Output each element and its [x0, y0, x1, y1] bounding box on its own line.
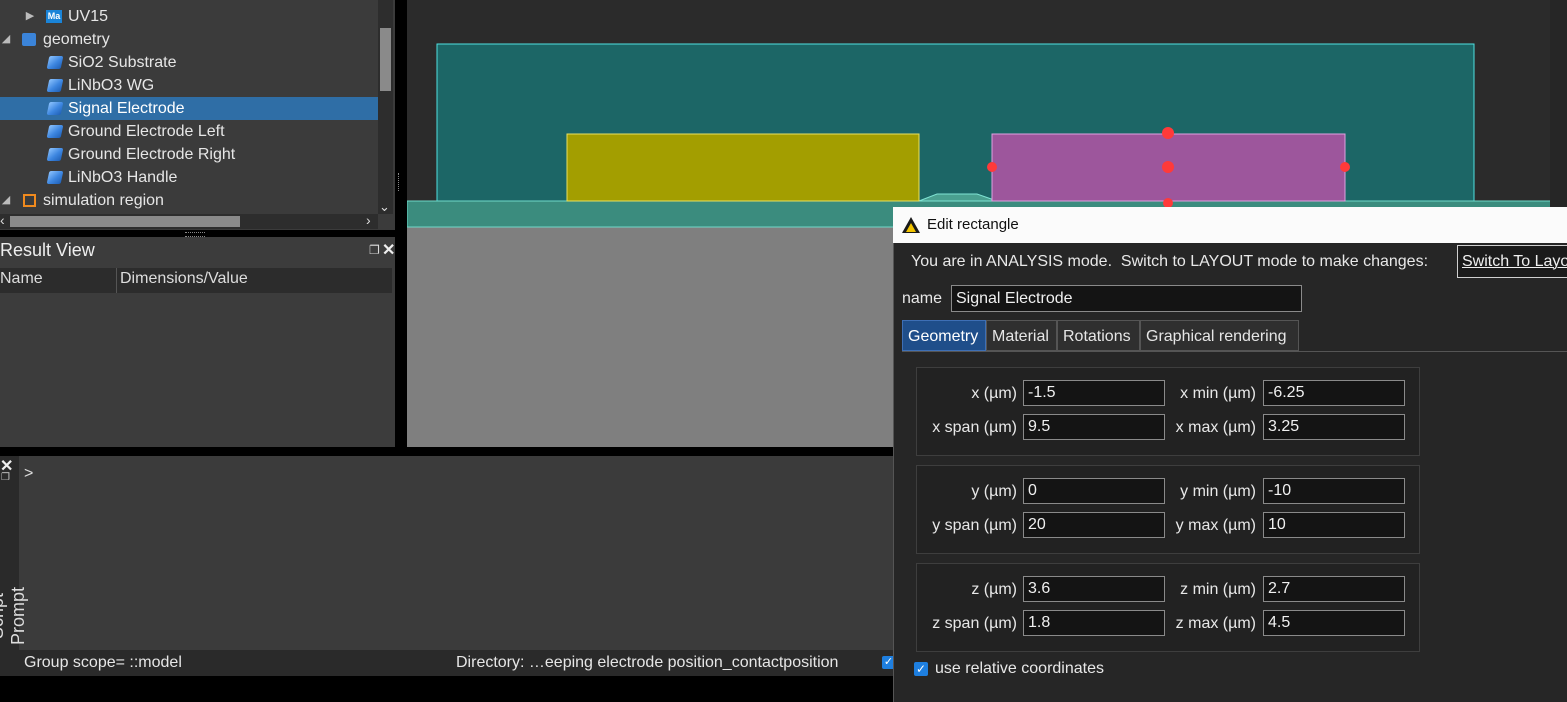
column-header-name[interactable]: Name: [0, 270, 43, 288]
tab-geometry[interactable]: Geometry: [902, 320, 986, 351]
name-label: name: [902, 290, 943, 307]
switch-to-layout-button[interactable]: Switch To Layout: [1457, 245, 1567, 278]
dialog-title: Edit rectangle: [927, 216, 1019, 233]
tree-item-ground-electrode-left[interactable]: Ground Electrode Left: [0, 120, 378, 143]
tab-graphical-rendering[interactable]: Graphical rendering: [1140, 320, 1299, 351]
tree-item-label: LiNbO3 Handle: [68, 169, 178, 186]
tree-item-ground-electrode-right[interactable]: Ground Electrode Right: [0, 143, 378, 166]
name-field[interactable]: [951, 285, 1302, 312]
z-min-field[interactable]: [1263, 576, 1405, 602]
result-view-title: Result View: [0, 240, 95, 260]
object-tree: ▶ Ma UV15 ◢ geometry SiO2 Substrate LiNb…: [0, 0, 395, 230]
z-span-field[interactable]: [1023, 610, 1165, 636]
center-handle[interactable]: [1162, 161, 1174, 173]
splitter-handle[interactable]: [398, 173, 403, 191]
tree-item-signal-electrode[interactable]: Signal Electrode: [0, 97, 378, 120]
switch-to-layout-label: Switch To Layout: [1462, 253, 1567, 270]
column-header-dimensions-value[interactable]: Dimensions/Value: [120, 270, 248, 288]
tree-item-label: LiNbO3 WG: [68, 77, 155, 94]
use-relative-coordinates-label: use relative coordinates: [935, 660, 1104, 677]
rectangle-icon: [46, 102, 64, 115]
tree-item-geometry[interactable]: ◢ geometry: [0, 28, 378, 51]
x-min-field[interactable]: [1263, 380, 1405, 406]
x-field[interactable]: [1023, 380, 1165, 406]
z-max-label: z max (µm): [1175, 615, 1256, 632]
tree-item-linbo3-wg[interactable]: LiNbO3 WG: [0, 74, 378, 97]
group-scope-text: Group scope= ::model: [24, 654, 182, 671]
tree-item-sio2-substrate[interactable]: SiO2 Substrate: [0, 51, 378, 74]
y-span-label: y span (µm): [932, 517, 1017, 534]
rectangle-icon: [46, 148, 64, 161]
x-label: x (µm): [971, 385, 1017, 402]
y-span-field[interactable]: [1023, 512, 1165, 538]
resize-handle-right[interactable]: [1340, 162, 1350, 172]
tree-item-label: Ground Electrode Left: [68, 123, 225, 140]
x-max-label: x max (µm): [1175, 419, 1256, 436]
float-panel-icon[interactable]: ❐: [1, 472, 10, 483]
tree-item-label: geometry: [43, 31, 110, 48]
tree-item-label: Signal Electrode: [68, 100, 185, 117]
scroll-right-icon[interactable]: ›: [366, 212, 371, 228]
tree-item-label: UV15: [68, 8, 109, 25]
collapse-arrow-icon[interactable]: ◢: [0, 28, 12, 51]
directory-text: Directory: …eeping electrode position_co…: [456, 654, 839, 671]
z-span-label: z span (µm): [932, 615, 1017, 632]
y-max-label: y max (µm): [1175, 517, 1256, 534]
tree-horizontal-scroll-thumb[interactable]: [10, 216, 240, 227]
column-divider[interactable]: [116, 268, 117, 293]
tab-rotations[interactable]: Rotations: [1057, 320, 1140, 351]
z-field[interactable]: [1023, 576, 1165, 602]
tree-item-linbo3-handle[interactable]: LiNbO3 Handle: [0, 166, 378, 189]
tab-divider: [902, 351, 1567, 352]
z-label: z (µm): [971, 581, 1017, 598]
resize-handle-top[interactable]: [1162, 127, 1174, 139]
polygon-icon: [46, 79, 64, 92]
prompt-symbol: >: [24, 465, 34, 482]
y-label: y (µm): [971, 483, 1017, 500]
material-icon: Ma: [46, 10, 62, 23]
z-min-label: z min (µm): [1180, 581, 1256, 598]
y-min-label: y min (µm): [1180, 483, 1256, 500]
ground-electrode-left-shape[interactable]: [566, 133, 920, 202]
collapse-arrow-icon[interactable]: ◢: [0, 189, 12, 212]
tree-item-uv15[interactable]: ▶ Ma UV15: [0, 5, 378, 28]
rectangle-icon: [46, 125, 64, 138]
resize-handle-left[interactable]: [987, 162, 997, 172]
z-max-field[interactable]: [1263, 610, 1405, 636]
tree-item-label: Ground Electrode Right: [68, 146, 236, 163]
app-logo-inner-icon: [906, 223, 916, 232]
folder-icon: [22, 33, 36, 46]
expand-arrow-icon[interactable]: ▶: [24, 5, 36, 28]
rectangle-icon: [46, 56, 64, 69]
y-max-field[interactable]: [1263, 512, 1405, 538]
scroll-left-icon[interactable]: ‹: [0, 212, 5, 228]
tab-material[interactable]: Material: [986, 320, 1057, 351]
close-panel-icon[interactable]: ✕: [382, 240, 395, 260]
tree-item-label: simulation region: [43, 192, 164, 209]
tree-item-label: SiO2 Substrate: [68, 54, 177, 71]
rectangle-icon: [46, 171, 64, 184]
analysis-mode-message: You are in ANALYSIS mode. Switch to LAYO…: [911, 253, 1429, 270]
use-relative-coordinates-checkbox[interactable]: ✓: [914, 662, 928, 676]
script-prompt-panel[interactable]: [0, 456, 895, 676]
scroll-down-icon[interactable]: ⌄: [379, 199, 390, 215]
y-field[interactable]: [1023, 478, 1165, 504]
x-max-field[interactable]: [1263, 414, 1405, 440]
y-min-field[interactable]: [1263, 478, 1405, 504]
x-min-label: x min (µm): [1180, 385, 1256, 402]
sio2-substrate-shape[interactable]: [407, 227, 893, 447]
tree-item-simulation-region[interactable]: ◢ simulation region: [0, 189, 378, 212]
x-span-field[interactable]: [1023, 414, 1165, 440]
tree-vertical-scroll-thumb[interactable]: [380, 28, 391, 91]
float-panel-icon[interactable]: ❐: [369, 243, 380, 257]
x-span-label: x span (µm): [932, 419, 1017, 436]
simulation-region-icon: [23, 194, 36, 207]
